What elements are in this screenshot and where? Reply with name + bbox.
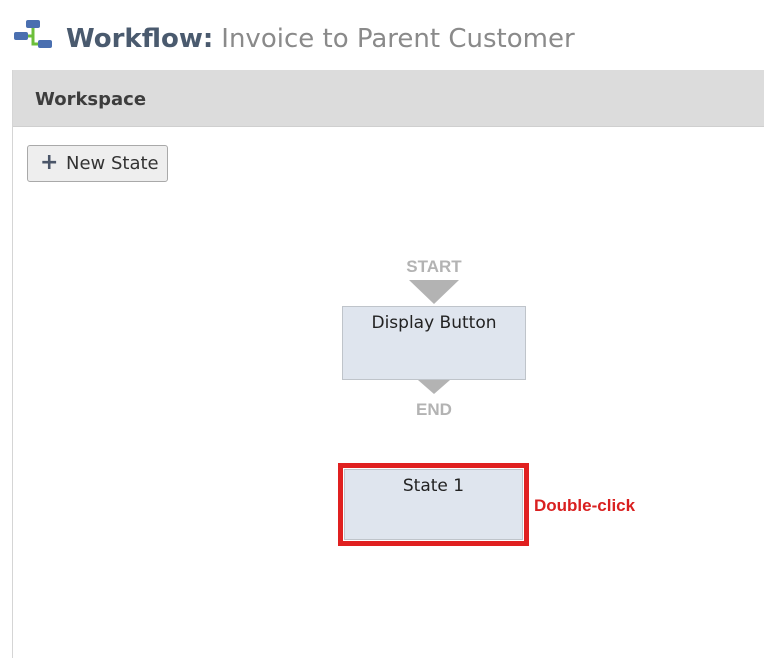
title-label: Workflow: — [66, 24, 214, 54]
workflow-name: Invoice to Parent Customer — [221, 24, 575, 54]
end-label: END — [416, 400, 452, 419]
state-1[interactable]: State 1 — [344, 469, 523, 540]
new-state-button[interactable]: + New State — [27, 145, 168, 182]
workflow-icon — [14, 20, 52, 48]
workspace-title: Workspace — [35, 89, 147, 110]
end-arrow-icon — [418, 380, 450, 394]
double-click-callout: Double-click — [534, 496, 636, 515]
new-state-label: New State — [66, 153, 159, 174]
state-display-button[interactable]: Display Button — [342, 306, 526, 380]
start-label: START — [406, 257, 462, 276]
start-arrow-icon — [409, 280, 459, 304]
plus-icon: + — [40, 150, 59, 175]
workspace-panel: Workspace + New State START Display Butt… — [12, 70, 764, 658]
page-header: Workflow: Invoice to Parent Customer — [0, 0, 764, 68]
page-title: Workflow: Invoice to Parent Customer — [66, 22, 575, 56]
workspace-header: Workspace — [13, 70, 764, 127]
